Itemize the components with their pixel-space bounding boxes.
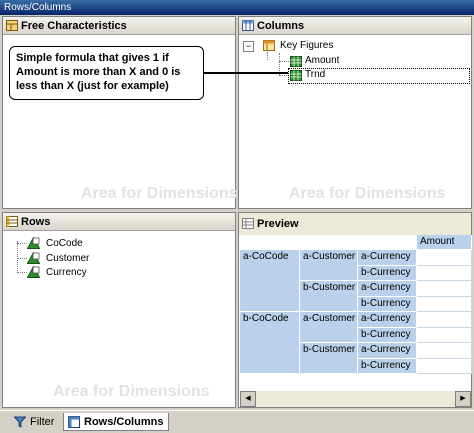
customer-row-item[interactable]: Customer: [46, 253, 89, 264]
preview-header: Preview: [239, 213, 471, 235]
trnd-keyfigure-icon: [290, 70, 302, 81]
annotation-callout: Simple formula that gives 1 if Amount is…: [9, 46, 204, 100]
customer-characteristic-icon: [27, 252, 40, 264]
cocode-cell-a: a-CoCode: [240, 250, 300, 312]
columns-icon: [242, 20, 254, 31]
customer-cell-4: b-Customer: [300, 343, 358, 374]
cocode-row-item[interactable]: CoCode: [46, 238, 83, 249]
rows-columns-icon: [68, 416, 80, 428]
value-cell: [417, 281, 472, 297]
free-characteristics-pane[interactable]: Free Characteristics Area for Dimensions: [2, 16, 238, 209]
value-cell: [417, 265, 472, 281]
currency-characteristic-icon: [27, 266, 40, 278]
tree-line: [17, 272, 27, 274]
currency-cell-7: a-Currency: [358, 343, 417, 359]
preview-pane[interactable]: Preview Amount a-CoCode b-CoCode a-Custo…: [238, 212, 472, 408]
preview-title: Preview: [257, 218, 299, 230]
tab-filter-label: Filter: [30, 416, 55, 428]
annotation-callout-text: Simple formula that gives 1 if Amount is…: [16, 52, 181, 92]
customer-cell-2: b-Customer: [300, 281, 358, 312]
callout-pointer-line: [204, 72, 288, 74]
currency-cell-2: b-Currency: [358, 265, 417, 281]
currency-cell-4: b-Currency: [358, 296, 417, 312]
columns-header: Columns: [239, 17, 471, 35]
free-characteristics-icon: [6, 20, 18, 31]
amount-column-header[interactable]: Amount: [417, 235, 472, 250]
trnd-node[interactable]: Trnd: [305, 69, 325, 80]
window-title-bar: Rows/Columns: [0, 0, 474, 15]
tree-line: [17, 241, 19, 273]
preview-scroll-left-button[interactable]: ◀: [240, 391, 256, 407]
free-characteristics-area-label: Area for Dimensions: [81, 185, 238, 202]
filter-icon: [14, 416, 26, 428]
value-cell: [417, 358, 472, 374]
tree-line: [279, 61, 289, 63]
value-cell: [417, 327, 472, 343]
customer-cell-3: a-Customer: [300, 312, 358, 343]
window-title: Rows/Columns: [4, 2, 72, 13]
rows-icon: [6, 216, 18, 227]
amount-node[interactable]: Amount: [305, 55, 339, 66]
free-characteristics-title: Free Characteristics: [21, 20, 127, 32]
currency-cell-3: a-Currency: [358, 281, 417, 297]
value-cell: [417, 343, 472, 359]
rows-pane[interactable]: Rows CoCode Customer Currency Area for D…: [2, 212, 236, 408]
tab-rows-columns-label: Rows/Columns: [84, 416, 164, 428]
currency-row-item[interactable]: Currency: [46, 267, 87, 278]
currency-cell-6: b-Currency: [358, 327, 417, 343]
preview-horizontal-scrollbar[interactable]: [256, 391, 455, 407]
columns-title: Columns: [257, 20, 305, 32]
rows-header: Rows: [3, 213, 235, 231]
columns-pane[interactable]: Columns − Key Figures Amount Trnd Area f…: [238, 16, 472, 209]
amount-keyfigure-icon: [290, 56, 302, 67]
tab-filter[interactable]: Filter: [10, 413, 62, 431]
tree-line: [17, 258, 27, 260]
currency-cell-5: a-Currency: [358, 312, 417, 328]
currency-cell-8: b-Currency: [358, 358, 417, 374]
rows-title: Rows: [21, 216, 51, 228]
key-figures-node[interactable]: Key Figures: [280, 40, 333, 51]
value-cell: [417, 250, 472, 266]
preview-scroll-right-button[interactable]: ▶: [455, 391, 471, 407]
rows-area-label: Area for Dimensions: [53, 383, 210, 400]
key-figures-icon: [263, 40, 275, 51]
free-characteristics-header: Free Characteristics: [3, 17, 235, 35]
tree-line: [17, 243, 27, 245]
columns-tree-collapse-toggle[interactable]: −: [243, 41, 254, 52]
bottom-tab-bar: Filter Rows/Columns: [0, 410, 474, 433]
customer-cell-1: a-Customer: [300, 250, 358, 281]
cocode-cell-b: b-CoCode: [240, 312, 300, 374]
value-cell: [417, 312, 472, 328]
preview-grid: Amount a-CoCode b-CoCode a-Customer b-Cu…: [240, 235, 472, 405]
currency-cell-1: a-Currency: [358, 250, 417, 266]
columns-area-label: Area for Dimensions: [289, 185, 446, 202]
preview-icon: [242, 218, 254, 229]
tree-line: [267, 52, 269, 60]
value-cell: [417, 296, 472, 312]
cocode-characteristic-icon: [27, 237, 40, 249]
tab-rows-columns[interactable]: Rows/Columns: [63, 413, 169, 431]
